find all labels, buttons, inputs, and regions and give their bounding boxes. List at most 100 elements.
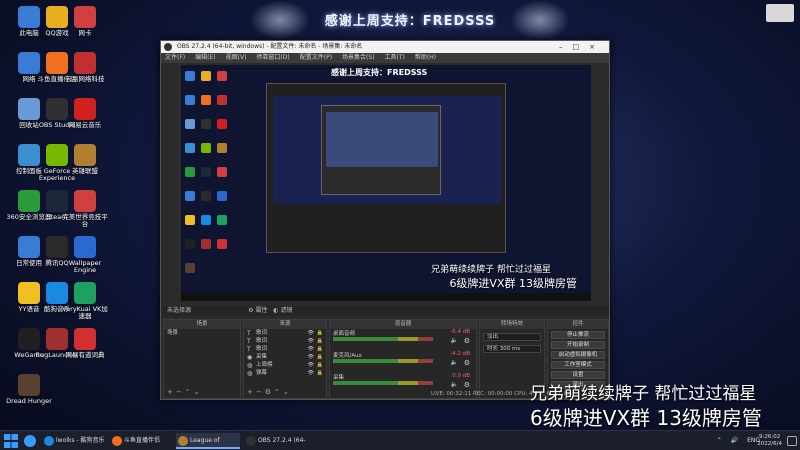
control-button[interactable]: 工作室模式 (551, 361, 605, 369)
gear-icon[interactable]: ⚙ (265, 388, 274, 396)
remove-icon[interactable]: − (176, 388, 185, 396)
lock-icon[interactable]: 🔒 (317, 337, 323, 345)
transition-select[interactable]: 淡出 (483, 333, 541, 341)
remove-icon[interactable]: − (256, 388, 265, 396)
cloud-icon (217, 95, 227, 105)
visibility-eye-icon[interactable]: 👁 (308, 337, 314, 345)
speaker-icon[interactable]: 🔈 (451, 337, 458, 344)
visibility-eye-icon[interactable]: 👁 (308, 369, 314, 377)
desktop-icon[interactable]: 完美世界竞技平台 (60, 188, 110, 234)
menu-item[interactable]: 停靠窗口(D) (256, 54, 289, 61)
taskbar-item[interactable]: OBS 27.2.4 (64-bit... (244, 433, 308, 449)
notification-popup[interactable] (766, 4, 794, 22)
control-button[interactable]: 设置 (551, 371, 605, 379)
filters-button[interactable]: 滤镜 (280, 307, 292, 314)
clock[interactable]: 9:26:02 2022/6/4 (757, 434, 782, 448)
source-item[interactable]: T 歌词 👁 🔒 (244, 337, 326, 345)
lock-icon[interactable]: 🔒 (317, 361, 323, 369)
menu-item[interactable]: 帮助(H) (415, 54, 436, 61)
volume-meter[interactable] (333, 359, 433, 363)
window-controls[interactable]: –□× (559, 41, 605, 53)
source-item[interactable]: ◍ 上周榜 👁 🔒 (244, 361, 326, 369)
desktop-icon[interactable]: 网卡 (60, 4, 110, 50)
vk-accelerator-icon (74, 282, 96, 304)
menu-item[interactable]: 配置文件(P) (300, 54, 332, 61)
volume-icon[interactable]: 🔊 (731, 437, 738, 444)
speaker-icon[interactable]: 🔈 (451, 381, 458, 388)
control-button[interactable]: 启动虚拟摄像机 (551, 351, 605, 359)
gear-icon[interactable]: ⚙ (464, 359, 470, 367)
youdao-icon (74, 328, 96, 350)
down-icon[interactable]: ⌄ (194, 388, 203, 396)
desktop-icon[interactable]: 云易网络科技 (60, 50, 110, 96)
menu-item[interactable]: 文件(F) (165, 54, 185, 61)
source-item[interactable]: T 歌词 👁 🔒 (244, 345, 326, 353)
menu-item[interactable]: 视图(V) (226, 54, 247, 61)
menu-item[interactable]: 编辑(E) (195, 54, 215, 61)
up-icon[interactable]: ⌃ (274, 388, 283, 396)
sources-header: 来源 (244, 320, 326, 329)
windows-start-icon[interactable] (4, 434, 18, 448)
source-label: 上周榜 (256, 362, 273, 368)
desktop-icon[interactable]: 网易有道词典 (60, 326, 110, 372)
desktop-icon-label: 英雄联盟 (72, 167, 98, 175)
control-button[interactable]: 停止推流 (551, 331, 605, 339)
obs-window[interactable]: OBS 27.2.4 (64-bit, windows) - 配置文件: 未命名… (160, 40, 610, 400)
volume-meter[interactable] (333, 337, 433, 341)
desktop-icon[interactable]: Dread Hunger (4, 372, 54, 418)
windows-taskbar: lwolks - 酷狗音乐 斗鱼直播伴侣 League of Legends OBS … (0, 430, 800, 450)
visibility-eye-icon[interactable]: 👁 (308, 329, 314, 337)
gear-icon[interactable]: ⚙ (464, 381, 470, 389)
minimize-icon[interactable]: – (559, 43, 573, 51)
menu-item[interactable]: 工具(T) (385, 54, 405, 61)
gear-icon[interactable]: ⚙ (464, 337, 470, 345)
speaker-icon[interactable]: 🔈 (451, 359, 458, 366)
desktop-icon[interactable]: VeryKuai VK加速器 (60, 280, 110, 326)
desktop-icon[interactable]: 网易云音乐 (60, 96, 110, 142)
up-icon[interactable]: ⌃ (185, 388, 194, 396)
desktop-icon[interactable]: Wallpaper Engine (60, 234, 110, 280)
add-icon[interactable]: + (167, 388, 176, 396)
maximize-icon[interactable]: □ (573, 43, 590, 51)
bug-launcher-icon (201, 239, 211, 249)
close-icon[interactable]: × (589, 43, 605, 51)
search-icon[interactable] (24, 435, 36, 447)
taskbar-item[interactable]: 斗鱼直播伴侣 (110, 433, 174, 449)
taskbar-item-label: OBS 27.2.4 (64-bit... (258, 437, 306, 444)
obs-preview[interactable]: 感谢上周支持：FREDSSS 兄弟萌续续牌子 帮忙过过福星 6级牌进VX群 13… (181, 65, 591, 301)
source-controls[interactable]: +−⚙⌃⌄ (247, 388, 292, 396)
down-icon[interactable]: ⌄ (283, 388, 292, 396)
lock-icon[interactable]: 🔒 (317, 329, 323, 337)
visibility-eye-icon[interactable]: 👁 (308, 345, 314, 353)
gear-icon[interactable]: ⚙ (248, 307, 253, 314)
source-item[interactable]: ◉ 采集 👁 🔒 (244, 353, 326, 361)
control-button[interactable]: 开始录制 (551, 341, 605, 349)
wegame-icon (185, 239, 195, 249)
notification-center-icon[interactable] (787, 436, 797, 446)
duration-field[interactable]: 时长 300 ms (483, 345, 541, 353)
visibility-eye-icon[interactable]: 👁 (308, 361, 314, 369)
add-icon[interactable]: + (247, 388, 256, 396)
scene-controls[interactable]: +−⌃⌄ (167, 388, 203, 396)
lock-icon[interactable]: 🔒 (317, 345, 323, 353)
vk-accelerator-icon (217, 215, 227, 225)
source-item[interactable]: ◍ 弹幕 👁 🔒 (244, 369, 326, 377)
lock-icon[interactable]: 🔒 (317, 369, 323, 377)
lock-icon[interactable]: 🔒 (317, 353, 323, 361)
desktop-icon-label: 网易云音乐 (68, 121, 102, 129)
volume-meter[interactable] (333, 381, 433, 385)
obs-titlebar[interactable]: OBS 27.2.4 (64-bit, windows) - 配置文件: 未命名… (161, 41, 609, 53)
source-label: 弹幕 (256, 370, 268, 376)
source-item[interactable]: T 歌词 👁 🔒 (244, 329, 326, 337)
scene-item[interactable]: 场景 (164, 329, 240, 337)
sources-dock: 来源 T 歌词 👁 🔒 T 歌词 👁 🔒 T 歌词 👁 🔒 ◉ 采集 👁 🔒 ◍ 上周榜 👁 🔒 ◍ 弹幕 👁 🔒 +−⚙⌃⌄ (243, 319, 327, 399)
taskbar-item[interactable]: League of Legends (176, 433, 240, 449)
taskbar-item-label: 斗鱼直播伴侣 (124, 437, 161, 444)
tray-chevron-icon[interactable]: ⌃ (717, 437, 722, 444)
menu-item[interactable]: 场景集合(S) (342, 54, 375, 61)
filter-icon[interactable]: ◐ (273, 307, 278, 314)
taskbar-item[interactable]: lwolks - 酷狗音乐 (42, 433, 106, 449)
visibility-eye-icon[interactable]: 👁 (308, 353, 314, 361)
properties-button[interactable]: 属性 (256, 307, 268, 314)
desktop-icon[interactable]: 英雄联盟 (60, 142, 110, 188)
